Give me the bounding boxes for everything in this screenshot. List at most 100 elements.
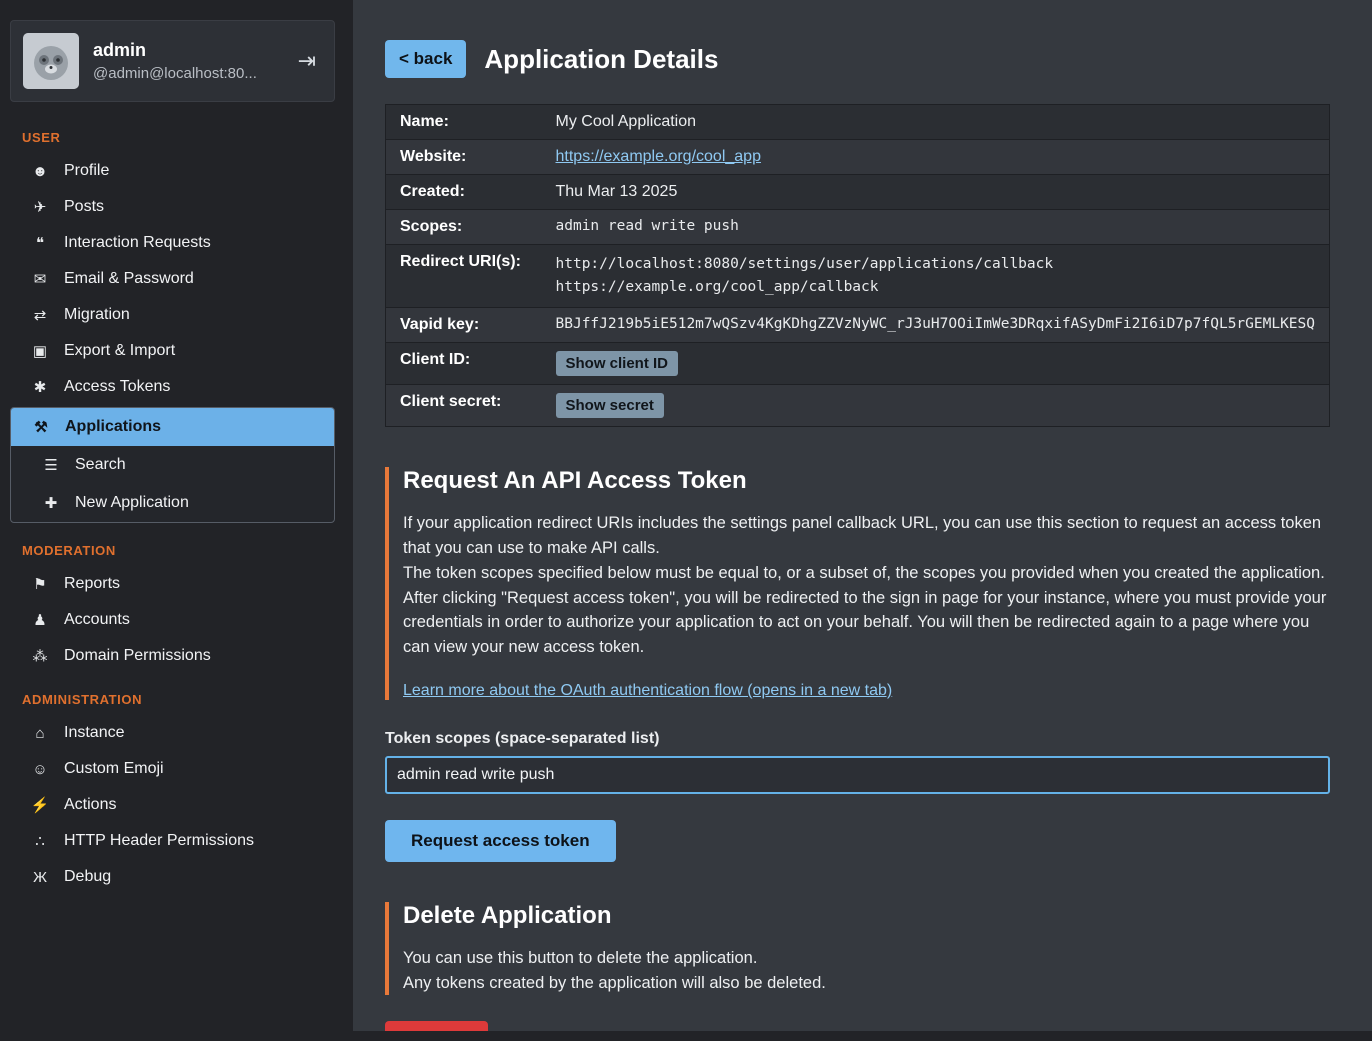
token-scopes-label: Token scopes (space-separated list) (385, 730, 1330, 748)
redirect-uri-1: http://localhost:8080/settings/user/appl… (556, 253, 1316, 276)
delete-line-1: You can use this button to delete the ap… (403, 946, 1330, 971)
sidebar-item-new-application[interactable]: ✚ New Application (11, 484, 334, 522)
sidebar-group-applications: ⚒ Applications ☰ Search ✚ New Applicatio… (10, 407, 335, 523)
sidebar-item-label: Posts (64, 198, 104, 216)
share-nodes-icon: ∴ (30, 832, 50, 850)
back-button[interactable]: < back (385, 40, 466, 78)
request-token-paragraph-1: If your application redirect URIs includ… (403, 511, 1330, 561)
sidebar-item-email-password[interactable]: ✉ Email & Password (0, 261, 345, 297)
user-card[interactable]: admin @admin@localhost:80... ⇥ (10, 20, 335, 102)
delete-application-section: Delete Application You can use this butt… (385, 902, 1330, 996)
row-label: Website: (386, 140, 542, 175)
sidebar-item-access-tokens[interactable]: ✱ Access Tokens (0, 369, 345, 405)
table-row-website: Website: https://example.org/cool_app (386, 140, 1330, 175)
sitemap-icon: ⌂ (30, 725, 50, 742)
sidebar-item-label: Debug (64, 868, 111, 886)
settings-layout: admin @admin@localhost:80... ⇥ USER ☻ Pr… (0, 0, 1372, 1041)
sidebar-item-label: Instance (64, 724, 124, 742)
token-scopes-input[interactable] (385, 756, 1330, 794)
sidebar-item-applications-search[interactable]: ☰ Search (11, 446, 334, 484)
row-label: Client secret: (386, 385, 542, 427)
scopes-value: admin read write push (542, 210, 1330, 245)
logout-icon[interactable]: ⇥ (292, 48, 322, 74)
delete-application-title: Delete Application (403, 902, 1330, 930)
redirect-uri-2: https://example.org/cool_app/callback (556, 276, 1316, 299)
table-row-created: Created: Thu Mar 13 2025 (386, 175, 1330, 210)
sidebar-item-domain-permissions[interactable]: ⁂ Domain Permissions (0, 638, 345, 674)
plus-icon: ✚ (41, 494, 61, 512)
request-token-paragraph-2: The token scopes specified below must be… (403, 561, 1330, 586)
arrows-icon: ⇄ (30, 306, 50, 324)
user-name: admin (93, 40, 278, 61)
application-details-table: Name: My Cool Application Website: https… (385, 104, 1330, 427)
oauth-docs-link[interactable]: Learn more about the OAuth authenticatio… (403, 682, 892, 699)
sidebar-item-profile[interactable]: ☻ Profile (0, 153, 345, 189)
flag-icon: ⚑ (30, 575, 50, 593)
sidebar-item-custom-emoji[interactable]: ☺ Custom Emoji (0, 751, 345, 787)
sidebar-item-label: New Application (75, 494, 189, 512)
vapid-key-value: BBJffJ219b5iE512m7wQSzv4KgKDhgZZVzNyWC_r… (542, 308, 1330, 343)
sidebar-item-label: Email & Password (64, 270, 194, 288)
sidebar: admin @admin@localhost:80... ⇥ USER ☻ Pr… (0, 0, 345, 1041)
smiley-icon: ☺ (30, 761, 50, 778)
sidebar-item-label: HTTP Header Permissions (64, 832, 254, 850)
table-row-vapid-key: Vapid key: BBJffJ219b5iE512m7wQSzv4KgKDh… (386, 308, 1330, 343)
sidebar-item-http-header-permissions[interactable]: ∴ HTTP Header Permissions (0, 823, 345, 859)
row-label: Scopes: (386, 210, 542, 245)
sidebar-item-label: Actions (64, 796, 116, 814)
sidebar-item-debug[interactable]: Ж Debug (0, 859, 345, 895)
user-handle: @admin@localhost:80... (93, 65, 278, 82)
sidebar-item-export-import[interactable]: ▣ Export & Import (0, 333, 345, 369)
website-link[interactable]: https://example.org/cool_app (556, 148, 761, 165)
show-secret-button[interactable]: Show secret (556, 393, 664, 418)
sidebar-item-label: Custom Emoji (64, 760, 164, 778)
profile-icon: ☻ (30, 163, 50, 180)
page-title: Application Details (484, 44, 718, 75)
sidebar-item-label: Accounts (64, 611, 130, 629)
sidebar-item-applications[interactable]: ⚒ Applications (11, 408, 334, 446)
sidebar-item-label: Export & Import (64, 342, 175, 360)
row-label: Name: (386, 105, 542, 140)
sidebar-item-label: Interaction Requests (64, 234, 211, 252)
token-icon: ✱ (30, 378, 50, 396)
sidebar-item-label: Profile (64, 162, 109, 180)
table-row-redirect-uris: Redirect URI(s): http://localhost:8080/s… (386, 245, 1330, 308)
table-row-client-id: Client ID: Show client ID (386, 343, 1330, 385)
page-header: < back Application Details (385, 40, 1330, 78)
request-access-token-button[interactable]: Request access token (385, 820, 616, 862)
comment-icon: ❝ (30, 234, 50, 252)
table-row-name: Name: My Cool Application (386, 105, 1330, 140)
sidebar-item-label: Domain Permissions (64, 647, 211, 665)
delete-button[interactable]: Delete (385, 1021, 488, 1031)
row-label: Client ID: (386, 343, 542, 385)
sidebar-item-accounts[interactable]: ♟ Accounts (0, 602, 345, 638)
sidebar-item-actions[interactable]: ⚡ Actions (0, 787, 345, 823)
sidebar-item-interaction-requests[interactable]: ❝ Interaction Requests (0, 225, 345, 261)
table-row-client-secret: Client secret: Show secret (386, 385, 1330, 427)
section-label-moderation: MODERATION (0, 525, 345, 566)
sidebar-item-reports[interactable]: ⚑ Reports (0, 566, 345, 602)
row-label: Vapid key: (386, 308, 542, 343)
sidebar-item-label: Access Tokens (64, 378, 170, 396)
users-icon: ♟ (30, 611, 50, 629)
row-label: Redirect URI(s): (386, 245, 542, 308)
main-content: < back Application Details Name: My Cool… (353, 0, 1372, 1031)
sidebar-item-label: Applications (65, 418, 161, 436)
sidebar-item-posts[interactable]: ✈ Posts (0, 189, 345, 225)
table-row-scopes: Scopes: admin read write push (386, 210, 1330, 245)
show-client-id-button[interactable]: Show client ID (556, 351, 679, 376)
lock-icon: ✉ (30, 270, 50, 288)
section-label-administration: ADMINISTRATION (0, 674, 345, 715)
list-icon: ☰ (41, 456, 61, 474)
sidebar-item-label: Search (75, 456, 126, 474)
save-icon: ▣ (30, 342, 50, 360)
tools-icon: ⚒ (31, 418, 51, 436)
app-name-value: My Cool Application (542, 105, 1330, 140)
bug-icon: Ж (30, 869, 50, 886)
sidebar-item-instance[interactable]: ⌂ Instance (0, 715, 345, 751)
share-nodes-icon: ⁂ (30, 647, 50, 665)
request-token-section: Request An API Access Token If your appl… (385, 467, 1330, 700)
section-label-user: USER (0, 112, 345, 153)
avatar (23, 33, 79, 89)
sidebar-item-migration[interactable]: ⇄ Migration (0, 297, 345, 333)
